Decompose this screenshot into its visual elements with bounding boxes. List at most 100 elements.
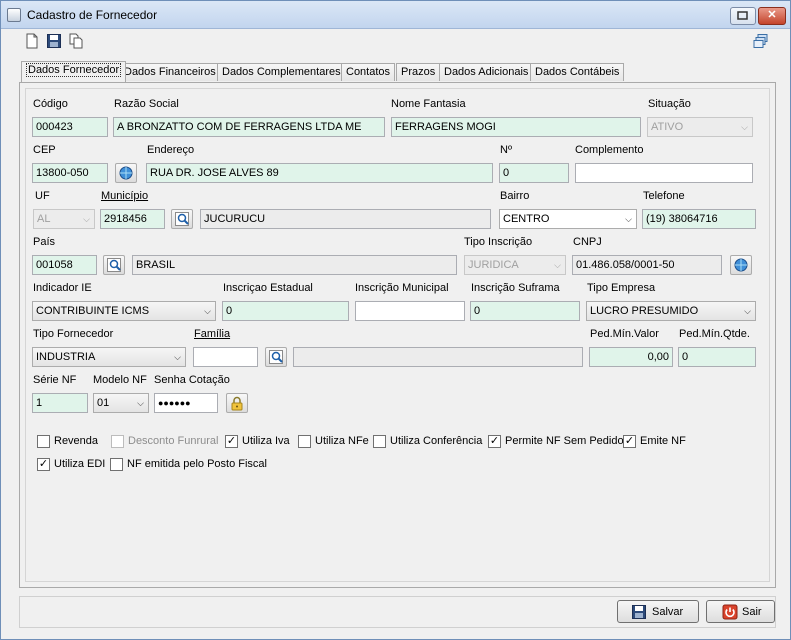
situacao-select[interactable]: ATIVO ⌵ bbox=[647, 117, 753, 137]
ped-min-qtde-field[interactable]: 0 bbox=[678, 347, 756, 367]
tab-dados-financeiros[interactable]: Dados Financeiros bbox=[119, 63, 221, 81]
inscricao-municipal-field[interactable] bbox=[355, 301, 465, 321]
chevron-down-icon: ⌵ bbox=[744, 306, 751, 316]
checkmark-icon: ✓ bbox=[225, 435, 238, 448]
ped-min-valor-label: Ped.Mín.Valor bbox=[590, 328, 659, 340]
chevron-down-icon: ⌵ bbox=[174, 352, 181, 362]
tab-dados-contabeis[interactable]: Dados Contábeis bbox=[530, 63, 625, 81]
checkmark-icon: ✓ bbox=[623, 435, 636, 448]
razao-social-field[interactable]: A BRONZATTO COM DE FERRAGENS LTDA ME bbox=[113, 117, 385, 137]
pais-label: País bbox=[33, 236, 56, 248]
tab-dados-adicionais[interactable]: Dados Adicionais bbox=[439, 63, 534, 81]
cnpj-field[interactable]: 01.486.058/0001-50 bbox=[572, 255, 722, 275]
telefone-field[interactable]: (19) 38064716 bbox=[642, 209, 756, 229]
pais-code-field[interactable]: 001058 bbox=[32, 255, 97, 275]
numero-field[interactable]: 0 bbox=[499, 163, 569, 183]
exit-button[interactable]: Sair bbox=[706, 600, 775, 623]
tipo-empresa-select[interactable]: LUCRO PRESUMIDO ⌵ bbox=[586, 301, 756, 321]
tipo-inscricao-label: Tipo Inscrição bbox=[464, 236, 533, 248]
pais-name-field: BRASIL bbox=[132, 255, 457, 275]
endereco-field[interactable]: RUA DR. JOSE ALVES 89 bbox=[146, 163, 493, 183]
inscricao-suframa-label: Inscrição Suframa bbox=[471, 282, 560, 294]
modelo-nf-select[interactable]: 01 ⌵ bbox=[93, 393, 149, 413]
close-icon: ✕ bbox=[767, 9, 777, 21]
checkbox-box bbox=[298, 435, 311, 448]
tipo-inscricao-select[interactable]: JURIDICA ⌵ bbox=[464, 255, 566, 275]
chevron-down-icon: ⌵ bbox=[83, 214, 90, 224]
inscricao-suframa-field[interactable]: 0 bbox=[470, 301, 580, 321]
cnpj-label: CNPJ bbox=[573, 236, 602, 248]
checkbox-box bbox=[111, 435, 124, 448]
save-button-label: Salvar bbox=[652, 606, 684, 618]
codigo-field[interactable]: 000423 bbox=[32, 117, 108, 137]
senha-cotacao-field[interactable]: ●●●●●● bbox=[154, 393, 218, 413]
numero-label: Nº bbox=[500, 144, 512, 156]
ped-min-qtde-label: Ped.Mín.Qtde. bbox=[679, 328, 750, 340]
checkbox-box bbox=[373, 435, 386, 448]
tab-dados-fornecedor[interactable]: Dados Fornecedor bbox=[21, 61, 127, 82]
situacao-label: Situação bbox=[648, 98, 691, 110]
tab-dados-complementares[interactable]: Dados Complementares bbox=[217, 63, 346, 81]
serie-nf-field[interactable]: 1 bbox=[32, 393, 88, 413]
checkbox-box bbox=[37, 435, 50, 448]
razao-social-label: Razão Social bbox=[114, 98, 179, 110]
checkbox-label: Emite NF bbox=[640, 435, 686, 447]
title-bar: Cadastro de Fornecedor ✕ bbox=[1, 1, 790, 29]
bairro-select[interactable]: CENTRO ⌵ bbox=[499, 209, 637, 229]
copy-icon[interactable] bbox=[68, 33, 84, 49]
new-document-icon[interactable] bbox=[24, 33, 40, 49]
nome-fantasia-field[interactable]: FERRAGENS MOGI bbox=[391, 117, 641, 137]
chevron-down-icon: ⌵ bbox=[137, 398, 144, 408]
pais-search-button[interactable] bbox=[103, 255, 125, 275]
endereco-label: Endereço bbox=[147, 144, 195, 156]
search-icon bbox=[269, 350, 283, 364]
senha-unlock-button[interactable] bbox=[226, 393, 248, 413]
windows-icon[interactable] bbox=[753, 33, 769, 49]
telefone-label: Telefone bbox=[643, 190, 685, 202]
tab-contatos[interactable]: Contatos bbox=[341, 63, 396, 81]
checkbox-label: Utiliza Iva bbox=[242, 435, 290, 447]
tipo-fornecedor-label: Tipo Fornecedor bbox=[33, 328, 114, 340]
codigo-label: Código bbox=[33, 98, 68, 110]
tipo-fornecedor-select[interactable]: INDUSTRIA ⌵ bbox=[32, 347, 186, 367]
exit-button-label: Sair bbox=[742, 606, 762, 618]
cep-lookup-button[interactable] bbox=[115, 163, 137, 183]
serie-nf-label: Série NF bbox=[33, 374, 77, 386]
familia-label[interactable]: Família bbox=[194, 328, 230, 340]
inscricao-estadual-field[interactable]: 0 bbox=[222, 301, 349, 321]
municipio-name-field: JUCURUCU bbox=[200, 209, 491, 229]
checkbox-label: Utiliza Conferência bbox=[390, 435, 483, 447]
cep-field[interactable]: 13800-050 bbox=[32, 163, 108, 183]
familia-name-field bbox=[293, 347, 583, 367]
tipo-inscricao-value: JURIDICA bbox=[468, 259, 519, 271]
save-icon[interactable] bbox=[46, 33, 62, 49]
power-icon bbox=[722, 604, 738, 620]
municipio-search-button[interactable] bbox=[171, 209, 193, 229]
familia-code-field[interactable] bbox=[193, 347, 258, 367]
close-button[interactable]: ✕ bbox=[758, 7, 786, 25]
globe-icon bbox=[734, 258, 748, 272]
indicador-ie-select[interactable]: CONTRIBUINTE ICMS ⌵ bbox=[32, 301, 216, 321]
familia-search-button[interactable] bbox=[265, 347, 287, 367]
ped-min-valor-field[interactable]: 0,00 bbox=[589, 347, 673, 367]
checkmark-icon: ✓ bbox=[488, 435, 501, 448]
complemento-field[interactable] bbox=[575, 163, 753, 183]
save-button[interactable]: Salvar bbox=[617, 600, 699, 623]
senha-cotacao-label: Senha Cotação bbox=[154, 374, 230, 386]
municipio-code-field[interactable]: 2918456 bbox=[100, 209, 165, 229]
complemento-label: Complemento bbox=[575, 144, 644, 156]
modelo-nf-label: Modelo NF bbox=[93, 374, 147, 386]
chevron-down-icon: ⌵ bbox=[204, 306, 211, 316]
checkbox-label: Utiliza NFe bbox=[315, 435, 369, 447]
nome-fantasia-label: Nome Fantasia bbox=[391, 98, 466, 110]
uf-select[interactable]: AL ⌵ bbox=[33, 209, 95, 229]
bairro-value: CENTRO bbox=[503, 213, 550, 225]
checkbox-label: NF emitida pelo Posto Fiscal bbox=[127, 458, 267, 470]
tab-prazos[interactable]: Prazos bbox=[396, 63, 441, 81]
cnpj-lookup-button[interactable] bbox=[730, 255, 752, 275]
save-icon bbox=[632, 605, 646, 619]
municipio-label[interactable]: Município bbox=[101, 190, 148, 202]
restore-button[interactable] bbox=[730, 7, 756, 25]
chevron-down-icon: ⌵ bbox=[625, 214, 632, 224]
bairro-label: Bairro bbox=[500, 190, 530, 202]
